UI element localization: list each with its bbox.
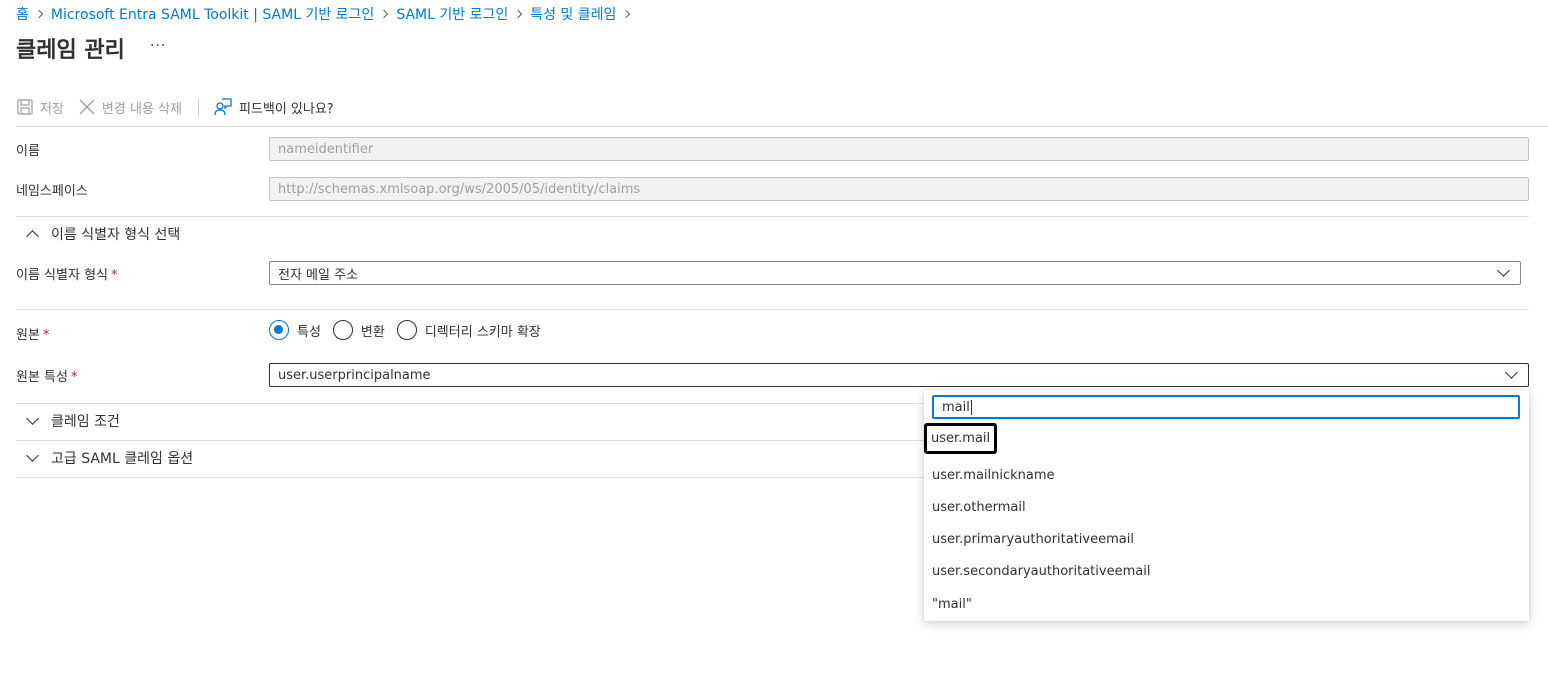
- source-label: 원본 *: [16, 324, 49, 343]
- save-icon: [17, 99, 33, 115]
- radio-unchecked-icon: [332, 320, 353, 340]
- name-field[interactable]: nameidentifier: [269, 137, 1529, 161]
- close-icon: [79, 99, 95, 115]
- source-attribute-label: 원본 특성 *: [16, 366, 77, 385]
- chevron-right-icon: [622, 9, 631, 19]
- namespace-value: http://schemas.xmlsoap.org/ws/2005/05/id…: [278, 181, 641, 197]
- source-attribute-label-text: 원본 특성: [16, 370, 68, 385]
- name-label: 이름: [16, 144, 40, 159]
- source-radio-attribute-label: 특성: [297, 324, 321, 340]
- source-radio-attribute[interactable]: 특성: [269, 320, 321, 340]
- feedback-button[interactable]: 피드백이 있나요?: [213, 97, 334, 117]
- chevron-down-icon: [1497, 264, 1510, 277]
- breadcrumb-saml-login[interactable]: SAML 기반 로그인: [396, 4, 508, 24]
- text-caret: [970, 399, 972, 415]
- source-radio-directory-extension-label: 디렉터리 스키마 확장: [424, 324, 541, 340]
- source-radio-transformation[interactable]: 변환: [332, 320, 385, 340]
- breadcrumb: 홈 Microsoft Entra SAML Toolkit | SAML 기반…: [16, 4, 638, 24]
- feedback-label: 피드백이 있나요?: [238, 101, 334, 117]
- nameid-format-label: 이름 식별자 형식 *: [16, 264, 118, 283]
- chevron-down-icon: [1505, 366, 1518, 379]
- nameid-format-label-text: 이름 식별자 형식: [16, 268, 108, 283]
- claim-conditions-toggle[interactable]: 클레임 조건: [26, 412, 120, 430]
- divider: [16, 309, 1529, 310]
- required-mark: *: [111, 268, 118, 283]
- attribute-search-input[interactable]: mail: [932, 395, 1520, 419]
- chevron-up-icon: [26, 230, 39, 243]
- radio-checked-icon: [269, 320, 289, 340]
- chevron-right-icon: [380, 9, 389, 19]
- nameid-section-label: 이름 식별자 형식 선택: [51, 227, 181, 243]
- source-attribute-value: user.userprincipalname: [278, 367, 431, 383]
- breadcrumb-home[interactable]: 홈: [16, 4, 29, 24]
- option-user-primaryauthoritativeemail[interactable]: user.primaryauthoritativeemail: [932, 532, 1134, 547]
- option-user-secondaryauthoritativeemail[interactable]: user.secondaryauthoritativeemail: [932, 564, 1150, 579]
- chevron-down-icon: [26, 412, 39, 425]
- advanced-saml-options-toggle[interactable]: 고급 SAML 클레임 옵션: [26, 449, 194, 467]
- save-label: 저장: [40, 101, 64, 117]
- source-radio-directory-extension[interactable]: 디렉터리 스키마 확장: [396, 320, 541, 340]
- page-title: 클레임 관리: [16, 38, 125, 63]
- source-radio-group: 특성 변환 디렉터리 스키마 확장: [269, 320, 553, 340]
- chevron-down-icon: [26, 449, 39, 462]
- claim-conditions-label: 클레임 조건: [51, 414, 120, 430]
- chevron-right-icon: [34, 9, 44, 19]
- source-attribute-listbox: mail user.mail user.mailnickname user.ot…: [924, 390, 1529, 621]
- source-radio-transformation-label: 변환: [360, 324, 385, 340]
- nameid-format-dropdown[interactable]: 전자 메일 주소: [269, 261, 1521, 285]
- more-options-button[interactable]: ···: [150, 38, 166, 54]
- required-mark: *: [70, 370, 78, 385]
- command-bar: 저장 변경 내용 삭제 피드백이 있나요?: [16, 94, 348, 120]
- source-label-text: 원본: [16, 328, 40, 343]
- option-user-othermail[interactable]: user.othermail: [932, 500, 1026, 515]
- name-value: nameidentifier: [278, 141, 374, 157]
- toolbar-divider-line: [16, 126, 1548, 127]
- attribute-search-value: mail: [942, 399, 970, 415]
- toolbar-divider: [197, 98, 199, 116]
- discard-label: 변경 내용 삭제: [101, 101, 182, 117]
- breadcrumb-attributes-claims[interactable]: 특성 및 클레임: [530, 4, 616, 24]
- required-mark: *: [42, 328, 50, 343]
- nameid-format-value: 전자 메일 주소: [278, 267, 359, 283]
- advanced-saml-options-label: 고급 SAML 클레임 옵션: [51, 451, 194, 467]
- feedback-icon: [214, 98, 232, 116]
- breadcrumb-saml-toolkit[interactable]: Microsoft Entra SAML Toolkit | SAML 기반 로…: [51, 4, 374, 24]
- discard-button[interactable]: 변경 내용 삭제: [78, 98, 182, 117]
- save-button[interactable]: 저장: [16, 98, 64, 117]
- source-attribute-dropdown[interactable]: user.userprincipalname: [269, 363, 1529, 387]
- chevron-right-icon: [513, 9, 523, 19]
- option-mail-constant[interactable]: "mail": [932, 597, 972, 612]
- namespace-field[interactable]: http://schemas.xmlsoap.org/ws/2005/05/id…: [269, 177, 1529, 201]
- radio-unchecked-icon: [396, 320, 417, 340]
- option-user-mail[interactable]: user.mail: [924, 423, 998, 454]
- namespace-label: 네임스페이스: [16, 184, 88, 199]
- nameid-section-toggle[interactable]: 이름 식별자 형식 선택: [26, 225, 181, 243]
- option-user-mailnickname[interactable]: user.mailnickname: [932, 468, 1055, 483]
- divider: [16, 216, 1529, 217]
